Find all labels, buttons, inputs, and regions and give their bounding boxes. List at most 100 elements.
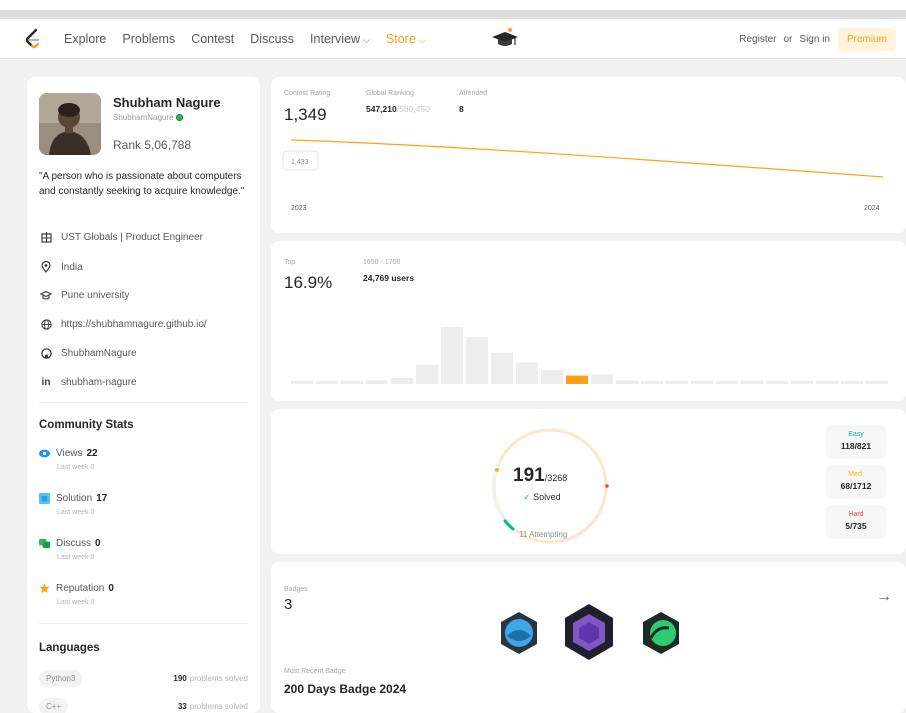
language-solved: 33 problems solved [178, 702, 248, 711]
language-suffix: problems solved [189, 702, 248, 711]
user-handle: ShubhamNagure [113, 113, 184, 122]
histogram-bar[interactable] [666, 381, 688, 384]
stat-discuss-label: Discuss [56, 538, 92, 549]
chevron-down-icon: ⌵ [418, 35, 426, 45]
premium-button[interactable]: Premium [837, 27, 896, 51]
badge-2-icon[interactable] [565, 604, 613, 660]
language-solved: 190 problems solved [173, 674, 248, 683]
stat-solution: Solution 17 Last week 0 [39, 493, 107, 516]
histogram-bar[interactable] [591, 374, 613, 384]
language-row: C++ 33 problems solved [39, 698, 248, 713]
histogram-bar[interactable] [691, 381, 713, 384]
histogram-bar[interactable] [516, 362, 538, 384]
stat-views-label: Views [56, 448, 83, 459]
recent-badge-label: Most Recent Badge [284, 668, 346, 675]
nav-problems[interactable]: Problems [122, 32, 175, 46]
histogram-bar[interactable] [341, 381, 363, 384]
easy-label: Easy [848, 431, 864, 438]
hard-value: 5/735 [845, 521, 867, 531]
browser-gray-strip [0, 10, 906, 19]
badges-label: Badges [284, 586, 308, 593]
avatar[interactable] [39, 93, 101, 155]
nav-interview[interactable]: Interview ⌵ [310, 32, 370, 46]
histogram-bar[interactable] [791, 381, 813, 384]
medium-box[interactable]: Med. 68/1712 [826, 465, 886, 499]
histogram-bar[interactable] [716, 381, 738, 384]
histogram-bar[interactable] [616, 380, 638, 384]
stat-reputation-label: Reputation [56, 583, 105, 594]
histogram-bar[interactable] [841, 381, 863, 384]
recent-badge-name: 200 Days Badge 2024 [284, 682, 407, 696]
github-link[interactable]: ShubhamNagure [61, 348, 137, 359]
medium-value: 68/1712 [840, 481, 872, 491]
histogram-bar[interactable] [291, 381, 313, 384]
histogram-bar[interactable] [816, 381, 838, 384]
star-icon [39, 583, 50, 594]
profile-card: Shubham Nagure ShubhamNagure Rank 5,06,7… [27, 77, 260, 713]
community-stats-title: Community Stats [39, 419, 134, 431]
language-suffix: problems solved [189, 674, 248, 683]
school-text: Pune university [61, 290, 130, 301]
linkedin-link[interactable]: shubham-nagure [61, 377, 137, 388]
register-link[interactable]: Register [739, 34, 776, 45]
website-row[interactable]: https://shubhamnagure.github.io/ [39, 319, 207, 330]
stat-solution-sub: Last week 0 [57, 509, 95, 516]
medium-label: Med. [848, 471, 864, 478]
histogram-bar[interactable] [466, 337, 488, 384]
linkedin-row[interactable]: in shubham-nagure [39, 377, 137, 388]
status-dot-icon [176, 114, 184, 121]
histogram-bar-highlight[interactable] [566, 375, 588, 384]
graduation-icon [39, 290, 53, 301]
ring-hard-marker [605, 484, 609, 488]
histogram-bar[interactable] [541, 370, 563, 384]
stat-discuss-sub: Last week 0 [57, 554, 95, 561]
histogram-bar[interactable] [641, 381, 663, 384]
graduation-cap-icon[interactable] [488, 27, 522, 51]
leetcode-logo-icon[interactable] [22, 27, 46, 51]
languages-title: Languages [39, 642, 100, 654]
histogram-bar[interactable] [416, 364, 438, 384]
user-handle-text: ShubhamNagure [113, 113, 174, 122]
histogram-bar[interactable] [441, 327, 463, 384]
rating-line [290, 139, 884, 178]
nav-interview-label: Interview [310, 32, 361, 46]
solved-card: 191/3268 ✓ Solved 11 Attempting Easy 118… [271, 409, 906, 554]
easy-box[interactable]: Easy 118/821 [826, 425, 886, 459]
histogram-bar[interactable] [366, 380, 388, 384]
solved-label: ✓ Solved [523, 492, 561, 503]
solved-ring[interactable] [271, 409, 906, 554]
badge-1-icon[interactable] [501, 612, 537, 654]
contest-rating-card: Contest Rating 1,349 Global Ranking 547,… [271, 77, 906, 233]
eye-icon [39, 449, 50, 458]
location-text: India [61, 261, 83, 273]
user-bio: "A person who is passionate about comput… [39, 171, 245, 197]
language-count: 190 [173, 674, 187, 683]
stat-views: Views 22 Last week 0 [39, 448, 98, 471]
stat-reputation-value: 0 [108, 583, 114, 594]
hard-box[interactable]: Hard 5/735 [826, 505, 886, 539]
histogram-bar[interactable] [391, 378, 413, 384]
histogram-bar[interactable] [766, 381, 788, 384]
github-row[interactable]: ShubhamNagure [39, 348, 137, 359]
signin-link[interactable]: Sign in [799, 34, 830, 45]
language-pill[interactable]: Python3 [39, 670, 83, 687]
histogram-bar[interactable] [316, 381, 338, 384]
nav-contest[interactable]: Contest [191, 32, 234, 46]
solved-count-number: 191 [513, 465, 545, 486]
histogram-bar[interactable] [491, 352, 513, 384]
histogram-bar[interactable] [866, 381, 888, 384]
distribution-histogram[interactable] [271, 241, 906, 401]
badge-3-icon[interactable] [643, 612, 679, 654]
rating-chart[interactable]: 1,433 2023 2024 [271, 77, 906, 233]
histogram-bar[interactable] [741, 381, 763, 384]
nav-discuss[interactable]: Discuss [250, 32, 294, 46]
user-rank: Rank 5,06,788 [113, 138, 192, 152]
solved-total: /3268 [544, 473, 568, 483]
globe-icon [39, 319, 53, 330]
language-row: Python3 190 problems solved [39, 670, 248, 687]
stat-reputation-sub: Last week 0 [57, 599, 95, 606]
nav-store[interactable]: Store ⌵ [386, 32, 426, 46]
nav-explore[interactable]: Explore [64, 32, 106, 46]
language-pill[interactable]: C++ [39, 698, 69, 713]
website-link[interactable]: https://shubhamnagure.github.io/ [61, 319, 207, 330]
